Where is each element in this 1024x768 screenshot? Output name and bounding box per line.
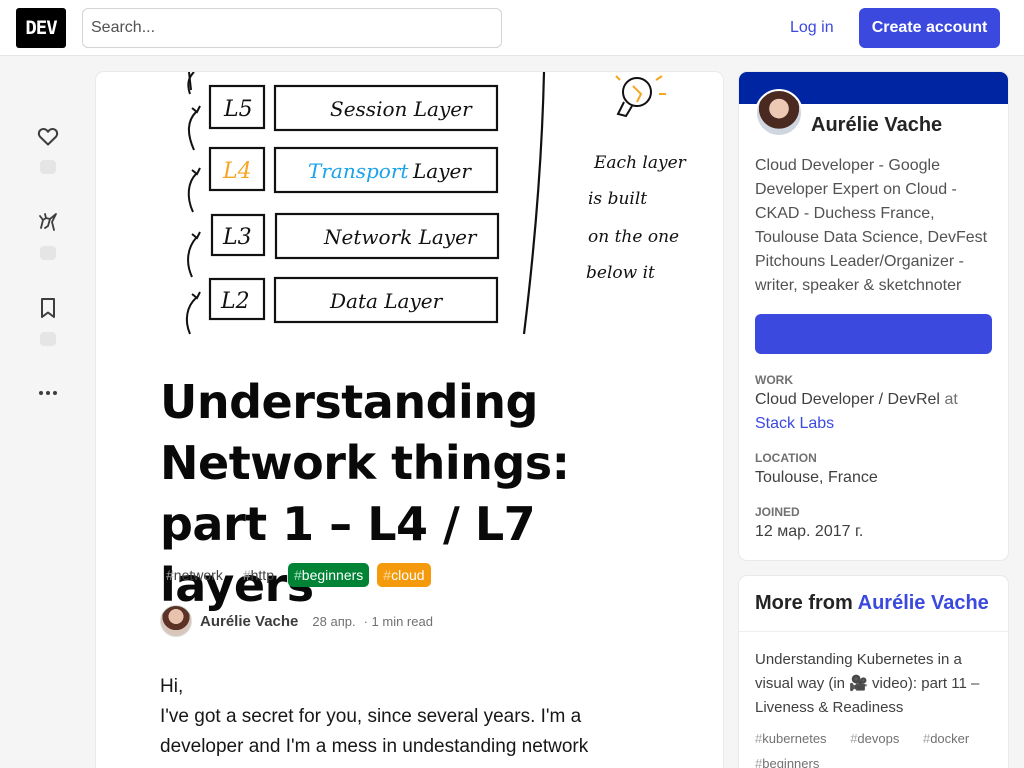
follow-button[interactable] xyxy=(755,314,992,354)
author-profile-card: Aurélie Vache Cloud Developer - Google D… xyxy=(739,72,1008,560)
article-card: L5 Session Layer L4 Transport Layer L3 N… xyxy=(96,72,723,768)
reaction-count-placeholder xyxy=(40,160,56,174)
heart-icon[interactable] xyxy=(36,124,60,148)
tag-list: #network #http #beginners #cloud xyxy=(160,563,431,587)
tag-http[interactable]: #http xyxy=(237,563,280,587)
layer-id-l3: L3 xyxy=(222,225,252,250)
note-line-1: Each layer xyxy=(593,153,687,173)
reaction-count-placeholder xyxy=(40,332,56,346)
reaction-heart[interactable] xyxy=(30,124,66,174)
more-tag-devops[interactable]: #devops xyxy=(850,731,909,746)
author-avatar[interactable] xyxy=(160,605,192,637)
more-tag-kubernetes[interactable]: #kubernetes xyxy=(755,731,837,746)
svg-text:Layer: Layer xyxy=(412,159,472,183)
more-from-heading: More from Aurélie Vache xyxy=(739,576,1008,632)
more-tag-docker[interactable]: #docker xyxy=(923,731,979,746)
reaction-bookmark[interactable] xyxy=(30,296,66,346)
location-value: Toulouse, France xyxy=(755,469,878,486)
layer-name-network: Network Layer xyxy=(323,225,478,249)
article-body-text: Hi, I've got a secret for you, since seve… xyxy=(160,676,589,768)
profile-bio: Cloud Developer - Google Developer Exper… xyxy=(755,157,988,294)
create-account-button[interactable]: Create account xyxy=(859,8,1000,48)
author-row: Aurélie Vache 28 апр. · 1 min read xyxy=(160,605,433,637)
profile-name-link[interactable]: Aurélie Vache xyxy=(811,114,942,137)
more-options[interactable] xyxy=(30,381,66,405)
tag-beginners[interactable]: #beginners xyxy=(287,563,370,587)
note-line-4: below it xyxy=(586,263,655,283)
tag-cloud[interactable]: #cloud xyxy=(377,563,431,587)
joined-value: 12 мар. 2017 г. xyxy=(755,523,864,540)
note-line-2: is built xyxy=(588,189,647,209)
cover-image: L5 Session Layer L4 Transport Layer L3 N… xyxy=(96,72,723,340)
reaction-unicorn[interactable] xyxy=(30,210,66,260)
lightbulb-icon xyxy=(615,75,666,118)
layer-name-session: Session Layer xyxy=(330,97,473,121)
tag-network[interactable]: #network xyxy=(160,563,229,587)
joined-label: Joined xyxy=(755,505,800,519)
profile-avatar[interactable] xyxy=(755,89,803,137)
login-link[interactable]: Log in xyxy=(778,8,846,48)
search-input[interactable] xyxy=(82,8,502,48)
layer-name-data: Data Layer xyxy=(329,289,444,313)
work-value: Cloud Developer / DevRel at Stack Labs xyxy=(755,391,958,432)
top-header: DEV Log in Create account xyxy=(0,0,1024,56)
unicorn-icon[interactable] xyxy=(36,210,60,234)
note-line-3: on the one xyxy=(588,227,679,247)
reaction-count-placeholder xyxy=(40,246,56,260)
more-options-icon[interactable] xyxy=(36,381,60,405)
layer-id-l2: L2 xyxy=(220,289,250,314)
more-from-article-link[interactable]: Understanding Kubernetes in a visual way… xyxy=(755,648,991,720)
location-label: Location xyxy=(755,451,817,465)
more-from-author-link[interactable]: Aurélie Vache xyxy=(858,592,989,614)
company-link[interactable]: Stack Labs xyxy=(755,415,834,432)
more-from-card: More from Aurélie Vache Understanding Ku… xyxy=(739,576,1008,768)
article-body: Hi, I've got a secret for you, since seve… xyxy=(160,672,660,768)
more-from-tags: #kubernetes #devops #docker #beginners xyxy=(755,726,995,768)
layer-id-l4: L4 xyxy=(222,159,252,184)
bookmark-icon[interactable] xyxy=(36,296,60,320)
layer-id-l5: L5 xyxy=(223,97,253,122)
more-tag-beginners[interactable]: #beginners xyxy=(755,756,829,768)
post-date: 28 апр. xyxy=(312,613,356,629)
layer-name-transport: Transport xyxy=(308,159,409,183)
author-name-link[interactable]: Aurélie Vache xyxy=(200,613,298,630)
dev-logo[interactable]: DEV xyxy=(16,8,66,48)
work-label: Work xyxy=(755,373,793,387)
read-time: · 1 min read xyxy=(363,613,433,629)
